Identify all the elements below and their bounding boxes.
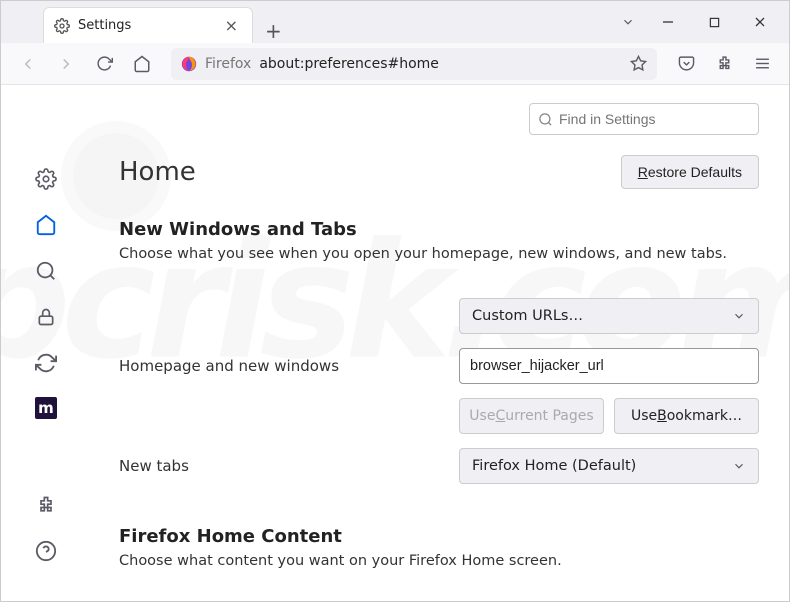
homepage-mode-value: Custom URLs…	[472, 308, 583, 324]
chevron-down-icon	[732, 459, 746, 473]
section-home-content-title: Firefox Home Content	[119, 526, 759, 547]
section-windows-tabs-desc: Choose what you see when you open your h…	[119, 246, 759, 262]
tabs-strip: Settings × +	[1, 1, 609, 43]
homepage-mode-select[interactable]: Custom URLs…	[459, 298, 759, 334]
section-windows-tabs-title: New Windows and Tabs	[119, 219, 759, 240]
tab-settings[interactable]: Settings ×	[43, 7, 253, 43]
url-scope: Firefox	[205, 56, 251, 72]
newtabs-label: New tabs	[119, 457, 459, 475]
firefox-icon	[181, 56, 197, 72]
sidebar-sync[interactable]	[34, 351, 58, 375]
gear-icon	[54, 18, 70, 34]
sidebar-search[interactable]	[34, 259, 58, 283]
toolbar: Firefox about:preferences#home	[1, 43, 789, 85]
sidebar-more-mozilla[interactable]: m	[35, 397, 57, 419]
url-bar[interactable]: Firefox about:preferences#home	[171, 48, 657, 80]
search-icon	[538, 112, 553, 127]
page-title: Home	[119, 157, 196, 187]
menu-icon[interactable]	[745, 47, 779, 81]
homepage-url-input[interactable]	[459, 348, 759, 384]
settings-search[interactable]	[529, 103, 759, 135]
new-tab-button[interactable]: +	[253, 19, 294, 43]
minimize-button[interactable]	[647, 5, 689, 39]
newtabs-select[interactable]: Firefox Home (Default)	[459, 448, 759, 484]
settings-main: Home Restore Defaults New Windows and Ta…	[91, 85, 789, 601]
chevron-down-icon	[732, 309, 746, 323]
titlebar: Settings × +	[1, 1, 789, 43]
reload-button[interactable]	[87, 47, 121, 81]
pocket-icon[interactable]	[669, 47, 703, 81]
homepage-label: Homepage and new windows	[119, 357, 459, 375]
maximize-button[interactable]	[693, 5, 735, 39]
sidebar-general[interactable]	[34, 167, 58, 191]
sidebar-extensions[interactable]	[34, 493, 58, 517]
close-icon[interactable]: ×	[221, 16, 242, 36]
bookmark-star-icon[interactable]	[630, 55, 647, 72]
tab-title: Settings	[78, 18, 213, 33]
close-window-button[interactable]	[739, 5, 781, 39]
tabs-dropdown-icon[interactable]	[609, 15, 647, 29]
restore-defaults-button[interactable]: Restore Defaults	[621, 155, 759, 189]
newtabs-value: Firefox Home (Default)	[472, 458, 636, 474]
forward-button[interactable]	[49, 47, 83, 81]
sidebar-privacy[interactable]	[34, 305, 58, 329]
url-path: about:preferences#home	[259, 56, 622, 72]
sidebar-home[interactable]	[34, 213, 58, 237]
window-controls	[647, 5, 789, 39]
home-button[interactable]	[125, 47, 159, 81]
settings-search-input[interactable]	[559, 111, 750, 127]
extensions-icon[interactable]	[707, 47, 741, 81]
back-button[interactable]	[11, 47, 45, 81]
section-home-content-desc: Choose what content you want on your Fir…	[119, 553, 759, 569]
sidebar-help[interactable]	[34, 539, 58, 563]
use-current-pages-button[interactable]: Use Current Pages	[459, 398, 604, 434]
settings-sidebar: m	[1, 85, 91, 601]
use-bookmark-button[interactable]: Use Bookmark…	[614, 398, 759, 434]
